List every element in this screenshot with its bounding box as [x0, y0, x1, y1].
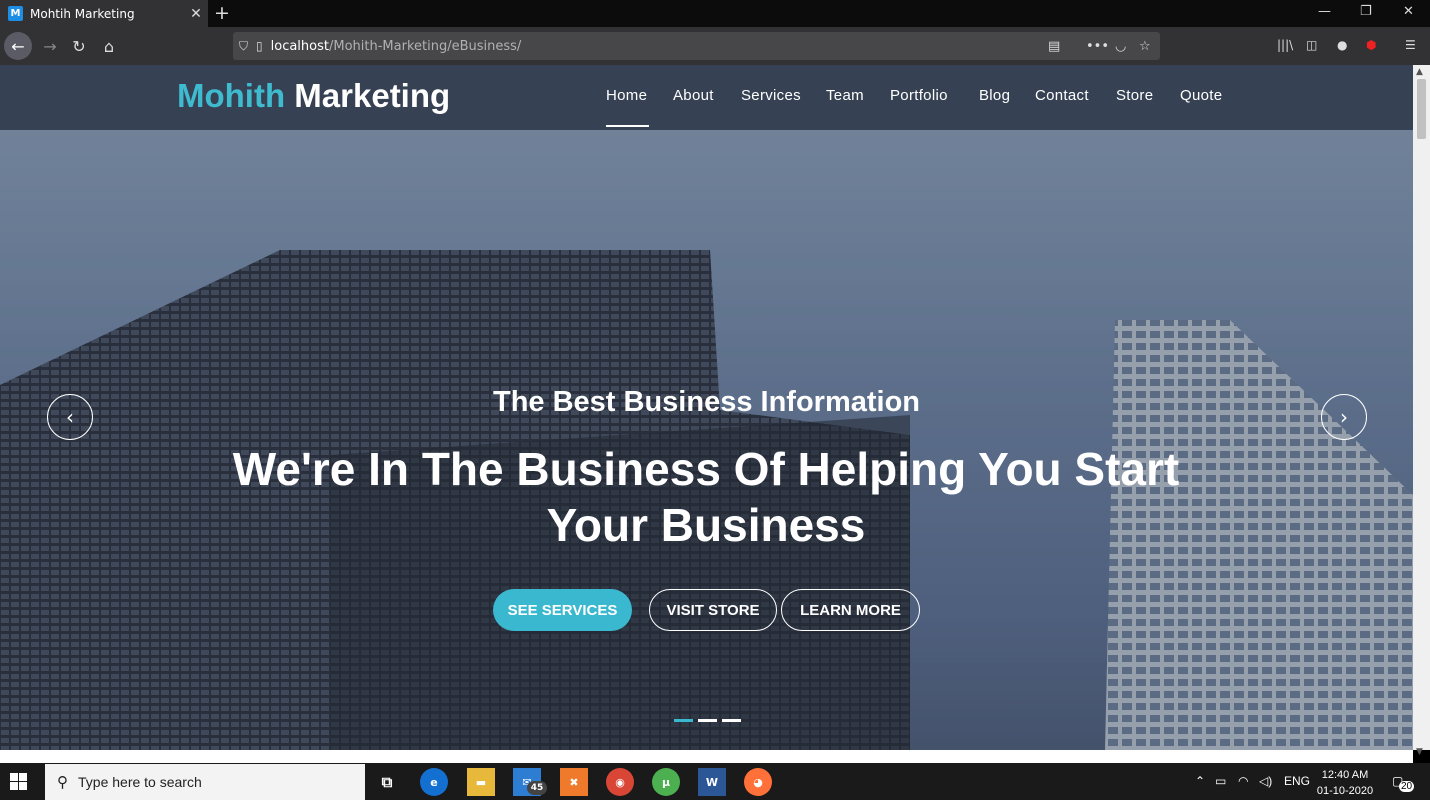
- clock-time: 12:40 AM: [1321, 769, 1369, 781]
- task-view-icon[interactable]: ⧉: [373, 768, 401, 796]
- back-icon[interactable]: ←: [4, 32, 32, 60]
- window-close-icon[interactable]: ✕: [1403, 4, 1414, 19]
- web-page: Mohith Marketing Home About Services Tea…: [0, 65, 1413, 750]
- site-logo[interactable]: Mohith Marketing: [177, 77, 450, 115]
- new-tab-icon[interactable]: +: [214, 2, 230, 24]
- system-clock[interactable]: 12:40 AM 01-10-2020: [1310, 767, 1380, 799]
- edge-icon[interactable]: e: [420, 768, 448, 796]
- see-services-button[interactable]: SEE SERVICES: [493, 589, 632, 631]
- word-icon[interactable]: W: [698, 768, 726, 796]
- volume-icon[interactable]: ◁): [1259, 774, 1272, 788]
- logo-part-1: Mohith: [177, 77, 286, 114]
- browser-nav-bar: ← → ↻ ⌂ ⛉ ▯ localhost/Mohith-Marketing/e…: [0, 27, 1430, 65]
- search-placeholder: Type here to search: [78, 774, 202, 790]
- mail-badge: 45: [527, 781, 547, 795]
- clock-date: 01-10-2020: [1316, 785, 1374, 797]
- chrome-icon[interactable]: ◉: [606, 768, 634, 796]
- menu-icon[interactable]: ☰: [1405, 38, 1416, 52]
- nav-portfolio[interactable]: Portfolio: [890, 87, 948, 104]
- more-actions-icon[interactable]: •••: [1086, 39, 1109, 54]
- battery-icon[interactable]: ▭: [1215, 774, 1226, 788]
- site-header: Mohith Marketing Home About Services Tea…: [0, 65, 1413, 130]
- file-explorer-icon[interactable]: ▬: [467, 768, 495, 796]
- firefox-icon[interactable]: ◕: [744, 768, 772, 796]
- nav-home[interactable]: Home: [606, 87, 647, 104]
- ublock-icon[interactable]: ⬢: [1366, 38, 1376, 52]
- minimize-icon[interactable]: —: [1318, 4, 1331, 19]
- url-path: /Mohith-Marketing/eBusiness/: [328, 38, 522, 54]
- browser-tab[interactable]: M Mohtih Marketing ✕: [0, 0, 208, 27]
- wifi-icon[interactable]: ◠: [1238, 774, 1248, 788]
- windows-taskbar: ⚲ Type here to search ⧉ e ▬ ✉ 45 ✖ ◉ µ W…: [0, 763, 1430, 800]
- restore-icon[interactable]: ❐: [1360, 4, 1372, 19]
- account-icon[interactable]: ●: [1337, 38, 1347, 52]
- browser-tab-bar: M Mohtih Marketing ✕ + — ❐ ✕: [0, 0, 1430, 27]
- language-indicator[interactable]: ENG: [1284, 774, 1310, 788]
- bookmark-star-icon[interactable]: ☆: [1139, 39, 1151, 54]
- close-tab-icon[interactable]: ✕: [184, 6, 208, 22]
- carousel-next-icon[interactable]: ›: [1321, 394, 1367, 440]
- hero-title: We're In The Business Of Helping You Sta…: [232, 443, 1180, 551]
- logo-part-2: Marketing: [294, 77, 451, 114]
- nav-contact[interactable]: Contact: [1035, 87, 1089, 104]
- forward-icon[interactable]: →: [36, 32, 64, 60]
- tray-expand-icon[interactable]: ⌃: [1195, 774, 1205, 788]
- shield-icon[interactable]: ⛉: [239, 39, 248, 54]
- reload-icon[interactable]: ↻: [65, 32, 93, 60]
- carousel-indicator-1[interactable]: [674, 719, 693, 722]
- hero-subtitle: The Best Business Information: [492, 386, 920, 418]
- home-icon[interactable]: ⌂: [95, 32, 123, 60]
- site-favicon-icon: M: [8, 6, 23, 21]
- scroll-thumb[interactable]: [1417, 79, 1426, 139]
- xampp-icon[interactable]: ✖: [560, 768, 588, 796]
- page-below-fold: [0, 750, 1413, 763]
- address-bar[interactable]: ⛉ ▯ localhost/Mohith-Marketing/eBusiness…: [233, 32, 1160, 60]
- sidebar-icon[interactable]: ◫: [1306, 38, 1317, 52]
- carousel-indicator-2[interactable]: [698, 719, 717, 722]
- nav-team[interactable]: Team: [826, 87, 864, 104]
- taskbar-search-box[interactable]: ⚲ Type here to search: [45, 764, 365, 800]
- notifications-badge: 20: [1399, 781, 1415, 792]
- reader-view-icon[interactable]: ▤: [1048, 39, 1060, 54]
- nav-store[interactable]: Store: [1116, 87, 1153, 104]
- page-icon: ▯: [256, 39, 263, 53]
- pocket-icon[interactable]: ◡: [1115, 39, 1126, 54]
- scroll-down-icon[interactable]: ▼: [1416, 747, 1423, 757]
- page-scrollbar[interactable]: ▲ ▼: [1413, 65, 1430, 757]
- windows-start-icon[interactable]: [10, 773, 27, 790]
- nav-quote[interactable]: Quote: [1180, 87, 1222, 104]
- learn-more-button[interactable]: LEARN MORE: [781, 589, 920, 631]
- active-nav-underline: [606, 125, 649, 127]
- scroll-up-icon[interactable]: ▲: [1416, 67, 1423, 77]
- visit-store-button[interactable]: VISIT STORE: [649, 589, 777, 631]
- carousel-indicator-3[interactable]: [722, 719, 741, 722]
- search-icon: ⚲: [57, 774, 68, 791]
- nav-blog[interactable]: Blog: [979, 87, 1010, 104]
- utorrent-icon[interactable]: µ: [652, 768, 680, 796]
- tab-title: Mohtih Marketing: [30, 6, 135, 21]
- library-icon[interactable]: |||\: [1277, 38, 1293, 52]
- url-host: localhost: [270, 38, 329, 54]
- carousel-prev-icon[interactable]: ‹: [47, 394, 93, 440]
- nav-about[interactable]: About: [673, 87, 714, 104]
- nav-services[interactable]: Services: [741, 87, 801, 104]
